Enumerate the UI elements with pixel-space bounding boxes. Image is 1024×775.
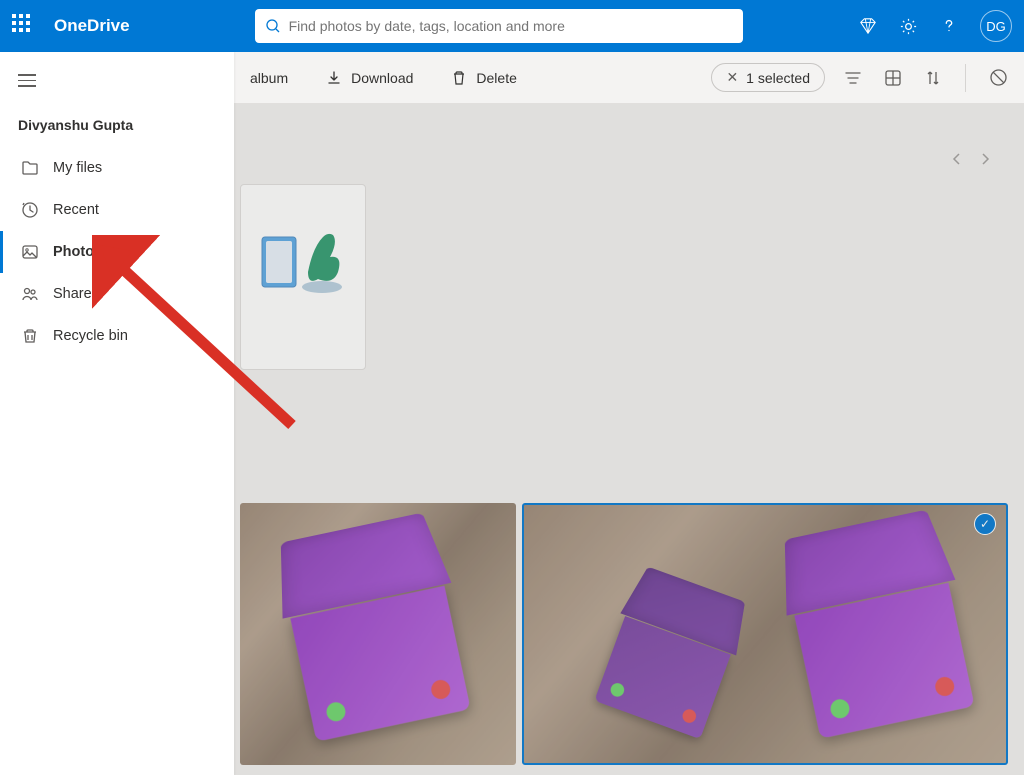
- premium-icon[interactable]: [859, 17, 877, 35]
- help-icon[interactable]: [940, 17, 958, 35]
- image-icon: [21, 243, 39, 261]
- header-actions: DG: [859, 10, 1012, 42]
- command-bar: album Download Delete ✕ 1 selected: [234, 52, 1024, 104]
- sidebar-item-recycle-bin[interactable]: Recycle bin: [0, 315, 234, 357]
- date-nav-arrows: [950, 152, 992, 166]
- filter-button[interactable]: [841, 66, 865, 90]
- sort-icon: [924, 69, 942, 87]
- sort-button[interactable]: [921, 66, 945, 90]
- chevron-left-icon[interactable]: [950, 152, 964, 166]
- divider: [965, 64, 966, 92]
- album-button[interactable]: album: [248, 63, 298, 93]
- info-toggle-button[interactable]: [986, 66, 1010, 90]
- download-button[interactable]: Download: [316, 63, 423, 93]
- photo-strip: ✓: [240, 503, 1008, 765]
- close-icon[interactable]: ✕: [726, 69, 738, 86]
- avatar[interactable]: DG: [980, 10, 1012, 42]
- selection-count-pill[interactable]: ✕ 1 selected: [711, 63, 825, 92]
- search-icon: [265, 18, 281, 34]
- sidebar-item-label: Shared: [53, 286, 100, 302]
- filter-icon: [844, 69, 862, 87]
- album-label: album: [250, 70, 288, 86]
- sidebar-item-label: Recycle bin: [53, 328, 128, 344]
- sidebar-item-my-files[interactable]: My files: [0, 147, 234, 189]
- view-toggle-button[interactable]: [881, 66, 905, 90]
- clock-icon: [21, 201, 39, 219]
- grid-icon: [884, 69, 902, 87]
- photo-tile-selected[interactable]: ✓: [522, 503, 1008, 765]
- search-field[interactable]: [289, 18, 733, 34]
- delete-label: Delete: [476, 70, 516, 86]
- content-area: ✓: [234, 104, 1024, 775]
- sidebar-item-shared[interactable]: Shared: [0, 273, 234, 315]
- selected-check-icon[interactable]: ✓: [974, 513, 996, 535]
- photo-tile[interactable]: [240, 503, 516, 765]
- top-header: OneDrive DG: [0, 0, 1024, 52]
- sidebar-item-label: My files: [53, 160, 102, 176]
- sidebar-item-recent[interactable]: Recent: [0, 189, 234, 231]
- folder-icon: [21, 159, 39, 177]
- delete-button[interactable]: Delete: [441, 63, 526, 93]
- people-icon: [21, 285, 39, 303]
- blocked-icon: [989, 68, 1008, 87]
- download-icon: [326, 70, 342, 86]
- sidebar-item-label: Recent: [53, 202, 99, 218]
- download-label: Download: [351, 70, 413, 86]
- hamburger-icon[interactable]: [0, 52, 234, 99]
- app-title[interactable]: OneDrive: [54, 16, 130, 36]
- trash-icon: [451, 70, 467, 86]
- sidebar: Divyanshu Gupta My files Recent Photos S…: [0, 52, 234, 775]
- sidebar-item-photos[interactable]: Photos: [0, 231, 234, 273]
- user-name: Divyanshu Gupta: [0, 99, 234, 147]
- app-launcher-icon[interactable]: [12, 14, 36, 38]
- album-thumbnail[interactable]: [240, 184, 366, 370]
- thumbnail-illustration: [241, 185, 365, 305]
- sidebar-item-label: Photos: [53, 244, 102, 260]
- gear-icon[interactable]: [899, 17, 918, 36]
- chevron-right-icon[interactable]: [978, 152, 992, 166]
- search-input[interactable]: [255, 9, 743, 43]
- recycle-bin-icon: [21, 327, 39, 345]
- selection-count-label: 1 selected: [746, 70, 810, 86]
